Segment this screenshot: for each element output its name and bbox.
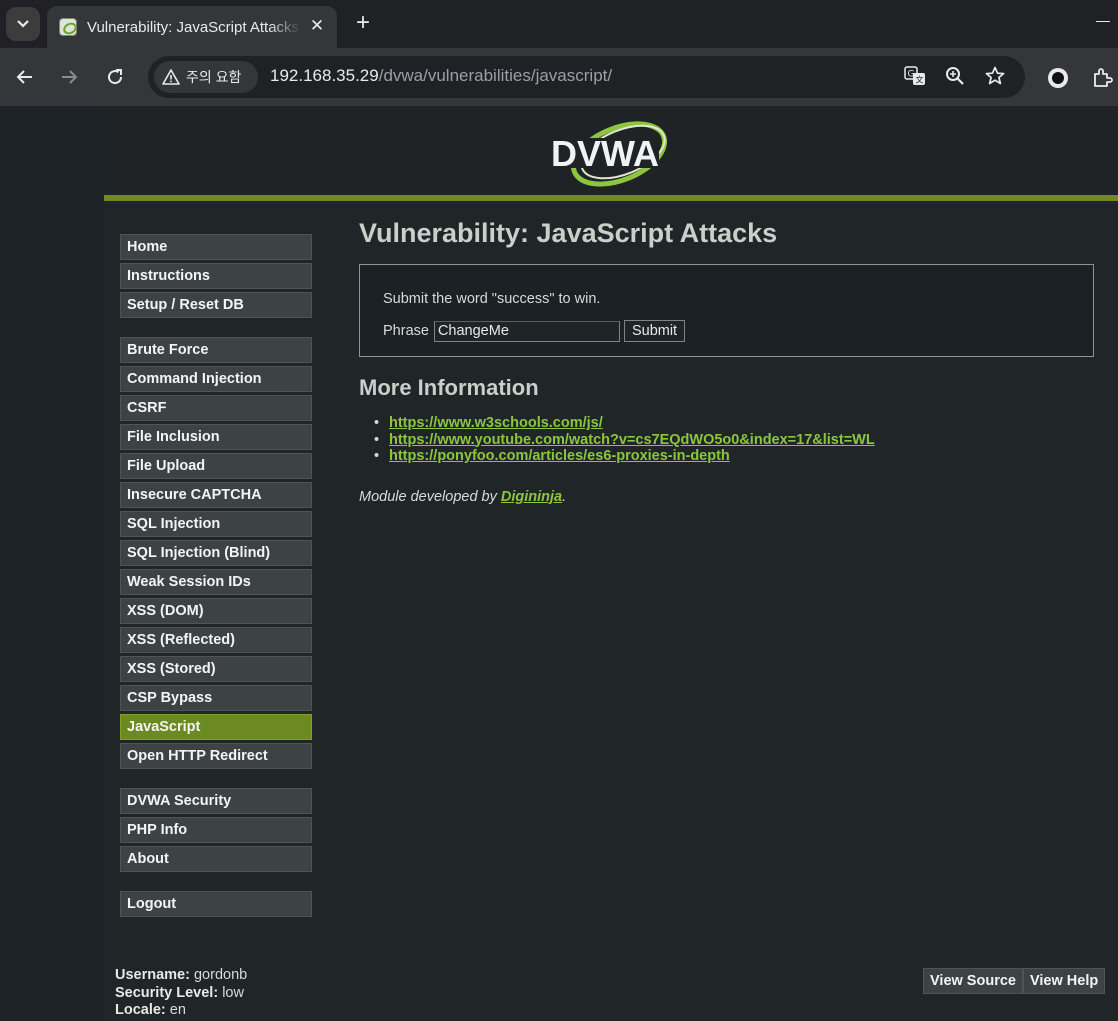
- security-level-label: Security Level:: [115, 984, 219, 1001]
- username-value: gordonb: [193, 967, 248, 983]
- main-content: Vulnerability: JavaScript Attacks Submit…: [359, 218, 1099, 505]
- tab-title: Vulnerability: JavaScript Attacks: [87, 18, 300, 36]
- url-text[interactable]: 192.168.35.29/dvwa/vulnerabilities/javas…: [270, 66, 612, 86]
- username-row: Username: gordonb: [115, 967, 247, 985]
- sidebar-item-csrf[interactable]: CSRF: [120, 395, 312, 421]
- sidebar-item-home[interactable]: Home: [120, 234, 312, 260]
- view-source-button[interactable]: View Source: [923, 968, 1023, 994]
- menu-group-logout: Logout: [120, 891, 313, 917]
- sidebar-item-open-http-redirect[interactable]: Open HTTP Redirect: [120, 743, 312, 769]
- sidebar-item-brute-force[interactable]: Brute Force: [120, 337, 312, 363]
- sidebar-item-xss-stored[interactable]: XSS (Stored): [120, 656, 312, 682]
- sidebar-item-javascript[interactable]: JavaScript: [120, 714, 312, 740]
- arrow-left-icon: [16, 70, 32, 84]
- sidebar-item-insecure-captcha[interactable]: Insecure CAPTCHA: [120, 482, 312, 508]
- reference-link-w3schools[interactable]: https://www.w3schools.com/js/: [389, 415, 603, 431]
- footer-buttons: View Source View Help: [923, 968, 1106, 994]
- sidebar-menu: Home Instructions Setup / Reset DB Brute F…: [120, 234, 313, 936]
- locale-row: Locale: en: [115, 1002, 247, 1020]
- locale-label: Locale:: [115, 1002, 166, 1018]
- list-item: https://ponyfoo.com/articles/es6-proxies…: [374, 448, 1099, 465]
- security-chip[interactable]: 주의 요함: [154, 61, 258, 93]
- dvwa-logo: DVWA: [551, 121, 668, 187]
- sidebar-item-xss-dom[interactable]: XSS (DOM): [120, 598, 312, 624]
- security-chip-label: 주의 요함: [186, 69, 242, 85]
- sidebar-item-instructions[interactable]: Instructions: [120, 263, 312, 289]
- list-item: https://www.youtube.com/watch?v=cs7EQdWO…: [374, 432, 1099, 449]
- page-gutter: [0, 106, 104, 1021]
- author-link[interactable]: Digininja: [501, 489, 562, 505]
- sidebar-item-xss-reflected[interactable]: XSS (Reflected): [120, 627, 312, 653]
- sidebar-item-dvwa-security[interactable]: DVWA Security: [120, 788, 312, 814]
- sidebar-item-setup-reset-db[interactable]: Setup / Reset DB: [120, 292, 312, 318]
- menu-group-vulnerabilities: Brute Force Command Injection CSRF File Inc…: [120, 337, 313, 769]
- more-info-heading: More Information: [359, 375, 539, 400]
- zoom-icon[interactable]: [944, 66, 966, 88]
- sidebar-item-csp-bypass[interactable]: CSP Bypass: [120, 685, 312, 711]
- tab-search-button[interactable]: [6, 7, 40, 41]
- reload-button[interactable]: [101, 63, 129, 91]
- sidebar-item-command-injection[interactable]: Command Injection: [120, 366, 312, 392]
- reference-links: https://www.w3schools.com/js/ https://ww…: [359, 415, 1099, 465]
- security-level-value: low: [222, 984, 244, 1001]
- reference-link-ponyfoo[interactable]: https://ponyfoo.com/articles/es6-proxies…: [389, 448, 730, 464]
- new-tab-button[interactable]: +: [350, 10, 376, 36]
- credit-suffix: .: [562, 488, 567, 505]
- warning-icon: [162, 69, 180, 85]
- phrase-label: Phrase: [383, 323, 429, 339]
- sidebar-item-file-upload[interactable]: File Upload: [120, 453, 312, 479]
- chevron-down-icon: [17, 20, 29, 28]
- sidebar-item-file-inclusion[interactable]: File Inclusion: [120, 424, 312, 450]
- sidebar-item-php-info[interactable]: PHP Info: [120, 817, 312, 843]
- dvwa-favicon-icon: [59, 18, 77, 36]
- reload-icon: [108, 69, 123, 85]
- minimize-icon[interactable]: [1096, 21, 1110, 22]
- sidebar-item-weak-session-ids[interactable]: Weak Session IDs: [120, 569, 312, 595]
- credit-prefix: Module developed by: [359, 488, 501, 505]
- address-bar[interactable]: 주의 요함 192.168.35.29/dvwa/vulnerabilities…: [148, 56, 1025, 98]
- browser-tabstrip: Vulnerability: JavaScript Attacks ✕ +: [0, 0, 1118, 48]
- module-credit: Module developed by Digininja.: [359, 489, 1099, 505]
- dvwa-header: DVWA: [104, 106, 1118, 201]
- forward-button[interactable]: [55, 63, 83, 91]
- back-button[interactable]: [11, 63, 39, 91]
- sidebar-item-sql-injection[interactable]: SQL Injection: [120, 511, 312, 537]
- url-host: 192.168.35.29: [270, 66, 379, 85]
- arrow-right-icon: [62, 70, 78, 84]
- vulnerability-box: Submit the word "success" to win. Phrase…: [359, 264, 1094, 357]
- list-item: https://www.w3schools.com/js/: [374, 415, 1099, 432]
- url-path: /dvwa/vulnerabilities/javascript/: [378, 66, 613, 85]
- sidebar-item-about[interactable]: About: [120, 846, 312, 872]
- submit-button[interactable]: Submit: [623, 320, 686, 342]
- view-help-button[interactable]: View Help: [1022, 968, 1106, 994]
- sidebar-item-logout[interactable]: Logout: [120, 891, 312, 917]
- record-extension-icon[interactable]: [1046, 66, 1070, 90]
- sidebar-item-sql-injection-blind[interactable]: SQL Injection (Blind): [120, 540, 312, 566]
- page-viewport: DVWA Home Instructions Setup / Reset DB Br…: [0, 106, 1118, 1021]
- instruction-text: Submit the word "success" to win.: [383, 291, 601, 307]
- phrase-form: Phrase Submit: [383, 320, 1093, 342]
- phrase-input[interactable]: [433, 320, 620, 342]
- menu-group-general: Home Instructions Setup / Reset DB: [120, 234, 313, 318]
- close-icon[interactable]: ✕: [307, 16, 327, 36]
- logo-text: DVWA: [551, 133, 659, 174]
- browser-tab[interactable]: Vulnerability: JavaScript Attacks ✕: [47, 6, 337, 48]
- extensions-puzzle-icon[interactable]: [1091, 66, 1115, 90]
- translate-icon[interactable]: G文: [904, 66, 926, 88]
- dvwa-container: DVWA Home Instructions Setup / Reset DB Br…: [104, 106, 1118, 1021]
- svg-text:文: 文: [916, 75, 924, 85]
- reference-link-youtube[interactable]: https://www.youtube.com/watch?v=cs7EQdWO…: [389, 432, 875, 448]
- user-info: Username: gordonb Security Level: low Lo…: [115, 967, 247, 1020]
- star-icon[interactable]: [984, 66, 1006, 88]
- menu-group-settings: DVWA Security PHP Info About: [120, 788, 313, 872]
- security-level-row: Security Level: low: [115, 985, 247, 1003]
- browser-toolbar: 주의 요함 192.168.35.29/dvwa/vulnerabilities…: [0, 48, 1118, 106]
- username-label: Username:: [115, 967, 190, 983]
- page-title: Vulnerability: JavaScript Attacks: [359, 218, 778, 248]
- locale-value: en: [169, 1002, 186, 1018]
